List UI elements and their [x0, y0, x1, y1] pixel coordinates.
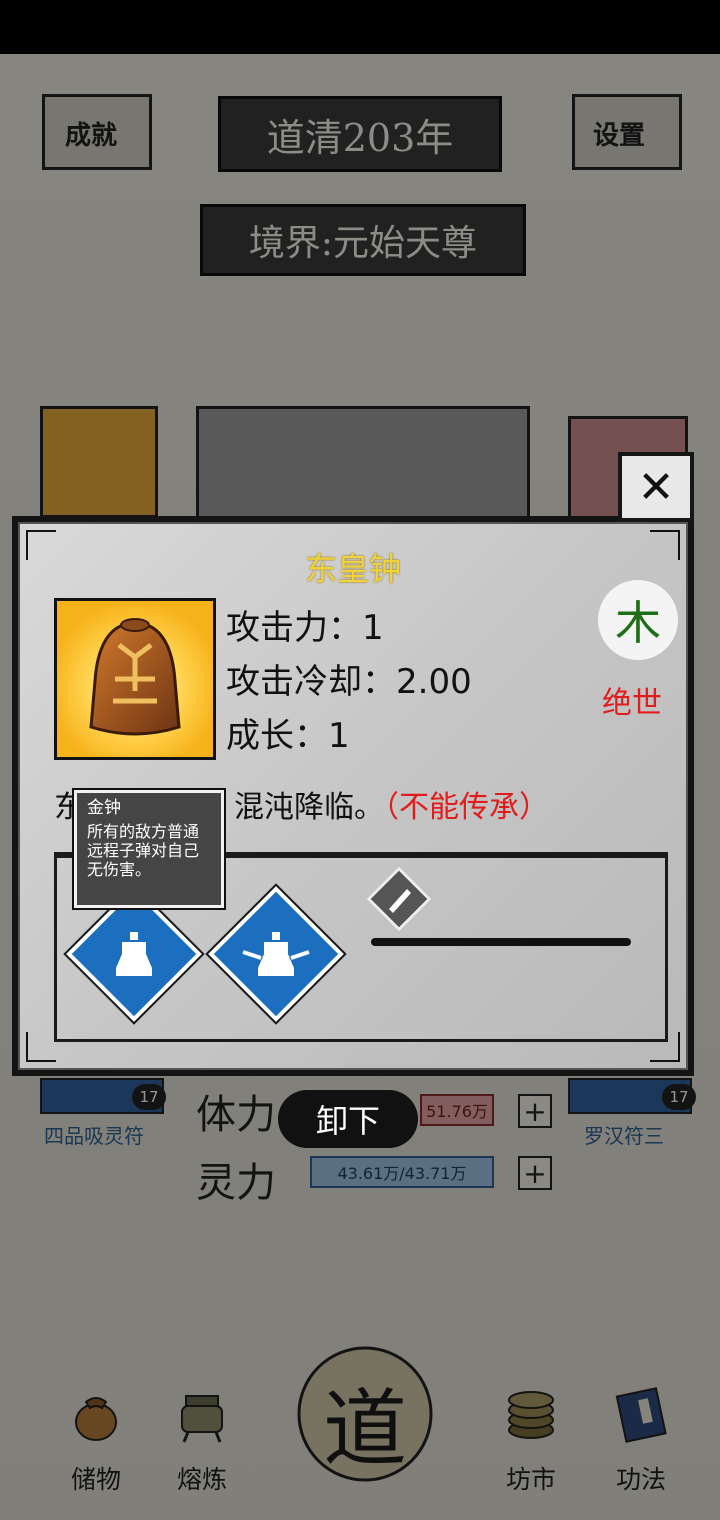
growth-stat: 成长：1: [226, 716, 350, 756]
description-note: （不能传承）: [384, 790, 549, 825]
bell-icon: [116, 932, 152, 976]
cooldown-stat: 攻击冷却：2.00: [226, 662, 472, 702]
brush-icon: [389, 889, 411, 913]
item-name: 东皇钟: [304, 550, 401, 588]
close-icon: ✕: [637, 461, 675, 513]
item-portrait: [54, 598, 216, 760]
unequip-label: 卸下: [315, 1102, 380, 1140]
element-badge: 木: [598, 580, 678, 660]
skill-divider: [371, 938, 631, 946]
unequip-button[interactable]: 卸下: [278, 1090, 418, 1148]
sword-bell-icon: [242, 932, 310, 976]
frame-corner: [26, 1032, 56, 1062]
tooltip-title: 金钟: [87, 798, 121, 818]
close-button[interactable]: ✕: [618, 452, 694, 522]
tooltip-text: 所有的敌方普通远程子弹对自己无伤害。: [87, 822, 200, 879]
description-main: 混沌降临。: [234, 790, 384, 825]
attack-stat: 攻击力：1: [226, 608, 384, 648]
item-detail-dialog: 东皇钟 攻击力：1 攻击冷却：2.00 成长：1 木 绝世 东 混沌降临。（不能…: [12, 516, 694, 1076]
skill-tooltip: 金钟 所有的敌方普通远程子弹对自己无伤害。: [72, 788, 226, 910]
bell-icon: [57, 601, 213, 757]
rarity-label: 绝世: [602, 686, 662, 721]
